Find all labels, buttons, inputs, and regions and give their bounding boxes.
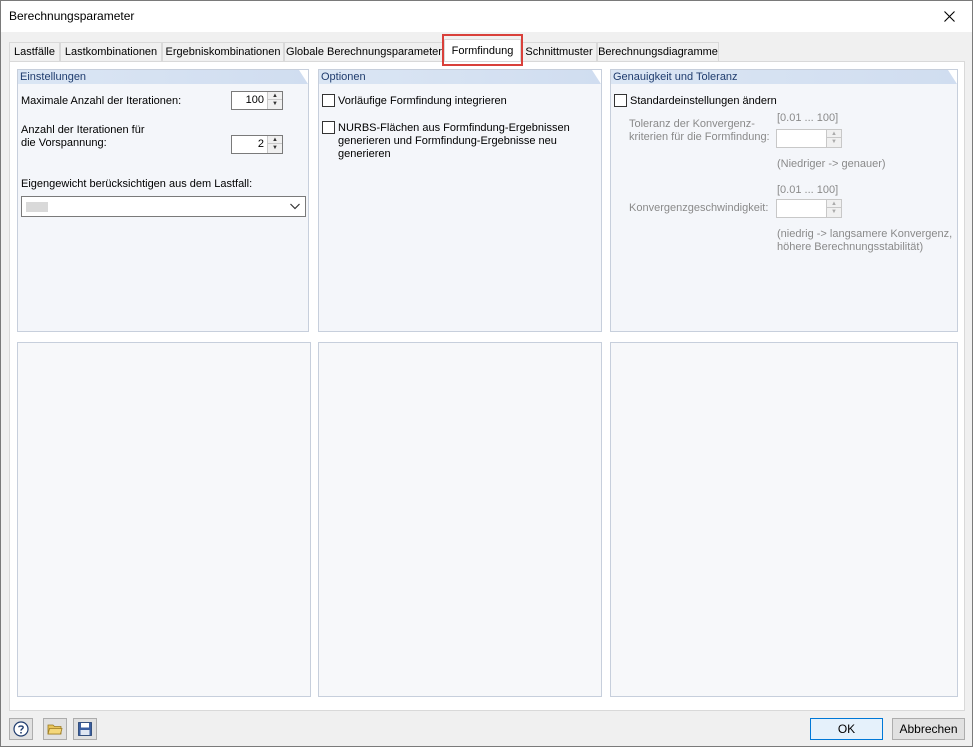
nurbs-surfaces-label-line2: generieren und Formfindung-Ergebnisse ne… (338, 135, 557, 147)
speed-spin-buttons: ▲ ▼ (826, 200, 841, 217)
cancel-button[interactable]: Abbrechen (892, 718, 965, 740)
formfindung-tab-panel: Einstellungen Maximale Anzahl der Iterat… (9, 61, 965, 711)
spin-down-icon[interactable]: ▼ (268, 100, 282, 108)
title-bar: Berechnungsparameter (1, 1, 972, 32)
spin-up-icon[interactable]: ▲ (268, 92, 282, 100)
save-button[interactable] (73, 718, 97, 740)
max-iterations-spinner[interactable]: 100 ▲ ▼ (231, 91, 283, 110)
help-icon (13, 721, 29, 737)
prestress-iterations-value: 2 (257, 138, 264, 150)
open-folder-icon (47, 724, 63, 735)
tab-lastkombinationen[interactable]: Lastkombinationen (60, 42, 162, 61)
tab-formfindung[interactable]: Formfindung (444, 39, 521, 61)
tab-schnittmuster[interactable]: Schnittmuster (521, 42, 597, 61)
spin-up-icon[interactable]: ▲ (827, 130, 841, 138)
tab-globale-berechnungsparameter[interactable]: Globale Berechnungsparameter (284, 42, 444, 61)
spin-down-icon[interactable]: ▼ (268, 144, 282, 152)
nurbs-surfaces-label-line1: NURBS-Flächen aus Formfindung-Ergebnisse… (338, 122, 570, 134)
change-defaults-checkbox[interactable] (614, 94, 627, 107)
convergence-speed-label: Konvergenzgeschwindigkeit: (629, 202, 769, 214)
preliminary-formfinding-label: Vorläufige Formfindung integrieren (338, 95, 507, 107)
preliminary-formfinding-checkbox[interactable] (322, 94, 335, 107)
help-button[interactable] (9, 718, 33, 740)
options-panel-header: Optionen (319, 70, 601, 84)
prestress-iterations-spin-buttons: ▲ ▼ (267, 136, 282, 153)
tolerance-range-label: [0.01 ... 100] (777, 112, 839, 124)
prestress-iterations-spinner[interactable]: 2 ▲ ▼ (231, 135, 283, 154)
empty-panel-middle (318, 342, 602, 697)
empty-panel-left (17, 342, 311, 697)
open-button[interactable] (43, 718, 67, 740)
prestress-iterations-label-line1: Anzahl der Iterationen für (21, 124, 145, 136)
selfweight-loadcase-select[interactable] (21, 196, 306, 217)
nurbs-surfaces-checkbox[interactable] (322, 121, 335, 134)
close-button[interactable] (926, 1, 972, 32)
accuracy-panel-header: Genauigkeit und Toleranz (611, 70, 957, 84)
options-panel: Optionen Vorläufige Formfindung integrie… (318, 69, 602, 332)
window-title: Berechnungsparameter (9, 9, 135, 23)
settings-panel: Einstellungen Maximale Anzahl der Iterat… (17, 69, 309, 332)
chevron-down-icon (290, 203, 300, 210)
change-defaults-label: Standardeinstellungen ändern (630, 95, 777, 107)
tab-lastfaelle[interactable]: Lastfälle (9, 42, 60, 61)
spin-up-icon[interactable]: ▲ (268, 136, 282, 144)
ok-button[interactable]: OK (810, 718, 883, 740)
accuracy-panel: Genauigkeit und Toleranz Standardeinstel… (610, 69, 958, 332)
button-bar: OK Abbrechen (1, 714, 972, 746)
dialog-window: Berechnungsparameter Lastfälle Lastkombi… (0, 0, 973, 747)
speed-hint-line1: (niedrig -> langsamere Konvergenz, (777, 228, 953, 240)
selfweight-loadcase-label: Eigengewicht berücksichtigen aus dem Las… (21, 178, 253, 190)
empty-panel-right (610, 342, 958, 697)
tab-berechnungsdiagramme[interactable]: Berechnungsdiagramme (597, 42, 719, 61)
speed-range-label: [0.01 ... 100] (777, 184, 839, 196)
max-iterations-value: 100 (245, 94, 264, 106)
settings-panel-header: Einstellungen (18, 70, 308, 84)
tolerance-spinner[interactable]: ▲ ▼ (776, 129, 842, 148)
spin-down-icon[interactable]: ▼ (827, 138, 841, 146)
tolerance-hint: (Niedriger -> genauer) (777, 158, 886, 170)
nurbs-surfaces-label-line3: generieren (338, 148, 391, 160)
tab-ergebniskombinationen[interactable]: Ergebniskombinationen (162, 42, 284, 61)
save-icon (78, 722, 92, 736)
spin-down-icon[interactable]: ▼ (827, 208, 841, 216)
tolerance-label-line2: kriterien für die Formfindung: (629, 131, 770, 143)
tolerance-label-line1: Toleranz der Konvergenz- (629, 118, 755, 130)
prestress-iterations-label-line2: die Vorspannung: (21, 137, 107, 149)
close-icon (943, 11, 955, 22)
spin-up-icon[interactable]: ▲ (827, 200, 841, 208)
max-iterations-spin-buttons: ▲ ▼ (267, 92, 282, 109)
speed-hint-line2: höhere Berechnungsstabilität) (777, 241, 924, 253)
tolerance-spin-buttons: ▲ ▼ (826, 130, 841, 147)
max-iterations-label: Maximale Anzahl der Iterationen: (21, 95, 182, 107)
convergence-speed-spinner[interactable]: ▲ ▼ (776, 199, 842, 218)
loadcase-color-swatch (26, 202, 48, 212)
